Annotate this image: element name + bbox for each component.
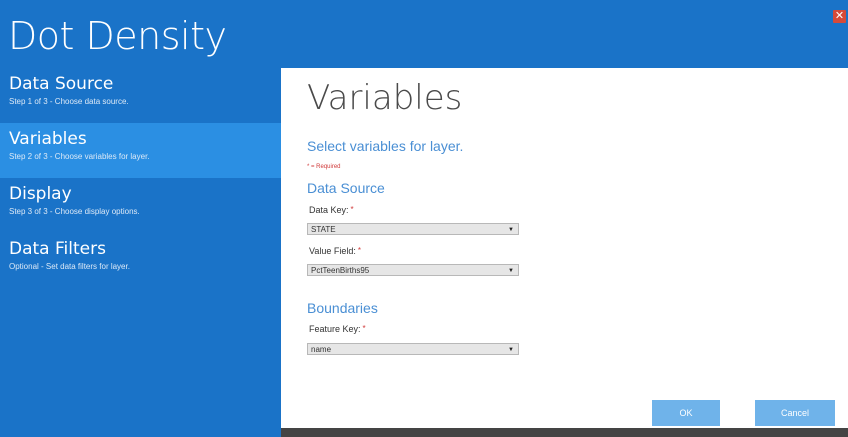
page-subtitle: Select variables for layer. — [307, 138, 464, 154]
sidebar-item-variables[interactable]: Variables Step 2 of 3 - Choose variables… — [0, 123, 281, 178]
value-field-select[interactable]: PctTeenBirths95 ▼ — [307, 264, 519, 276]
chevron-down-icon: ▼ — [508, 268, 514, 274]
variables-panel: Variables Select variables for layer. * … — [281, 68, 848, 428]
feature-key-label-text: Feature Key: — [309, 324, 361, 334]
step-name: Data Source — [9, 74, 114, 94]
sidebar-item-data-source[interactable]: Data Source Step 1 of 3 - Choose data so… — [0, 68, 281, 123]
page-title: Variables — [307, 78, 463, 118]
section-title-data-source: Data Source — [307, 180, 385, 196]
dot-density-dialog: Dot Density ✕ Data Source Step 1 of 3 - … — [0, 0, 848, 437]
required-marker: * — [362, 324, 366, 333]
section-title-boundaries: Boundaries — [307, 300, 378, 316]
step-description: Step 1 of 3 - Choose data source. — [9, 97, 129, 106]
feature-key-value: name — [311, 345, 332, 354]
data-key-value: STATE — [311, 225, 336, 234]
value-field-value: PctTeenBirths95 — [311, 266, 370, 275]
step-name: Data Filters — [9, 239, 106, 259]
bottom-strip-sidebar — [0, 428, 281, 437]
close-icon[interactable]: ✕ — [833, 10, 846, 23]
chevron-down-icon: ▼ — [508, 347, 514, 353]
required-note: * = Required — [307, 164, 341, 170]
data-key-label: Data Key: * — [309, 205, 354, 215]
sidebar-item-data-filters[interactable]: Data Filters Optional - Set data filters… — [0, 233, 281, 288]
chevron-down-icon: ▼ — [508, 227, 514, 233]
value-field-label-text: Value Field: — [309, 246, 356, 256]
ok-button[interactable]: OK — [652, 400, 720, 426]
feature-key-label: Feature Key: * — [309, 324, 366, 334]
wizard-sidebar: Data Source Step 1 of 3 - Choose data so… — [0, 68, 281, 426]
sidebar-item-display[interactable]: Display Step 3 of 3 - Choose display opt… — [0, 178, 281, 233]
required-marker: * — [357, 246, 361, 255]
data-key-select[interactable]: STATE ▼ — [307, 223, 519, 235]
feature-key-select[interactable]: name ▼ — [307, 343, 519, 355]
bottom-strip — [0, 428, 848, 437]
value-field-label: Value Field: * — [309, 246, 361, 256]
data-key-label-text: Data Key: — [309, 205, 349, 215]
step-description: Step 3 of 3 - Choose display options. — [9, 207, 140, 216]
cancel-button[interactable]: Cancel — [755, 400, 835, 426]
step-name: Display — [9, 184, 72, 204]
step-description: Step 2 of 3 - Choose variables for layer… — [9, 152, 150, 161]
required-marker: * — [350, 205, 354, 214]
step-description: Optional - Set data filters for layer. — [9, 262, 130, 271]
step-name: Variables — [9, 129, 87, 149]
window-title: Dot Density — [8, 14, 227, 58]
